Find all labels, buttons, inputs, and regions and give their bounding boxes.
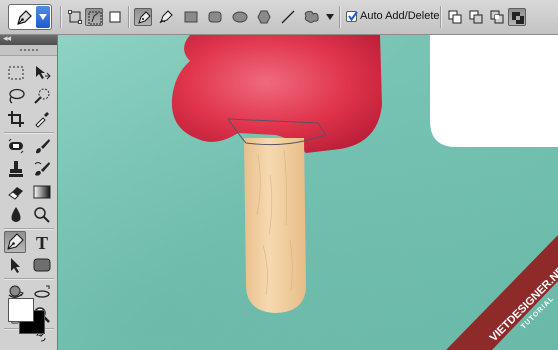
tool-preset-picker[interactable] bbox=[8, 4, 52, 30]
history-brush-icon[interactable] bbox=[31, 158, 53, 180]
line-icon[interactable] bbox=[279, 8, 297, 26]
paths-icon[interactable] bbox=[85, 8, 103, 26]
tools-panel-header[interactable]: ◂◂ bbox=[0, 33, 57, 45]
chevron-down-icon[interactable] bbox=[36, 6, 50, 28]
gradient-icon[interactable] bbox=[31, 181, 53, 203]
path-selection-icon[interactable] bbox=[5, 254, 27, 276]
add-to-path-icon[interactable] bbox=[446, 8, 464, 26]
freeform-pen-icon[interactable] bbox=[157, 8, 175, 26]
divider bbox=[128, 6, 130, 28]
lasso-icon[interactable] bbox=[5, 85, 27, 107]
document-canvas[interactable]: VIETDESIGNER.NET TUTORIAL bbox=[58, 35, 558, 350]
dropdown-arrow-icon[interactable] bbox=[324, 8, 336, 26]
panel-grip[interactable] bbox=[0, 45, 57, 56]
eraser-icon[interactable] bbox=[5, 181, 27, 203]
custom-shape-icon[interactable] bbox=[302, 8, 320, 26]
polygon-icon[interactable] bbox=[255, 8, 273, 26]
exclude-overlap-icon[interactable] bbox=[508, 8, 526, 26]
pen-icon[interactable] bbox=[134, 8, 152, 26]
rectangle-icon[interactable] bbox=[182, 8, 200, 26]
rounded-rectangle-icon[interactable] bbox=[31, 254, 53, 276]
dodge-icon[interactable] bbox=[31, 204, 53, 226]
3d-orbit-icon[interactable] bbox=[31, 281, 53, 303]
ellipse-icon[interactable] bbox=[230, 8, 248, 26]
pen-icon[interactable] bbox=[4, 231, 26, 253]
white-shape bbox=[430, 35, 558, 147]
type-icon[interactable]: T bbox=[31, 231, 53, 253]
brush-icon[interactable] bbox=[31, 135, 53, 157]
blur-icon[interactable] bbox=[5, 204, 27, 226]
auto-add-delete-checkbox[interactable] bbox=[346, 11, 358, 22]
quick-selection-icon[interactable] bbox=[31, 85, 53, 107]
divider bbox=[60, 6, 62, 28]
clone-stamp-icon[interactable] bbox=[5, 158, 27, 180]
divider bbox=[440, 6, 442, 28]
pen-icon bbox=[15, 9, 33, 27]
svg-text:T: T bbox=[36, 233, 48, 251]
intersect-path-icon[interactable] bbox=[488, 8, 506, 26]
auto-add-delete-label: Auto Add/Delete bbox=[360, 10, 440, 22]
spot-healing-icon[interactable] bbox=[5, 135, 27, 157]
popsicle-stick bbox=[244, 138, 306, 313]
rounded-rectangle-icon[interactable] bbox=[206, 8, 224, 26]
crop-icon[interactable] bbox=[5, 108, 27, 130]
foreground-color-swatch[interactable] bbox=[8, 298, 34, 322]
shape-layers-icon[interactable] bbox=[66, 8, 84, 26]
fill-pixels-icon[interactable] bbox=[106, 8, 124, 26]
collapse-icon[interactable]: ◂◂ bbox=[3, 33, 11, 44]
marquee-icon[interactable] bbox=[5, 62, 27, 84]
divider bbox=[339, 6, 341, 28]
eyedropper-icon[interactable] bbox=[31, 108, 53, 130]
artwork: VIETDESIGNER.NET TUTORIAL bbox=[58, 35, 558, 350]
move-icon[interactable] bbox=[31, 62, 53, 84]
options-bar: Auto Add/Delete bbox=[0, 0, 558, 35]
subtract-from-path-icon[interactable] bbox=[467, 8, 485, 26]
